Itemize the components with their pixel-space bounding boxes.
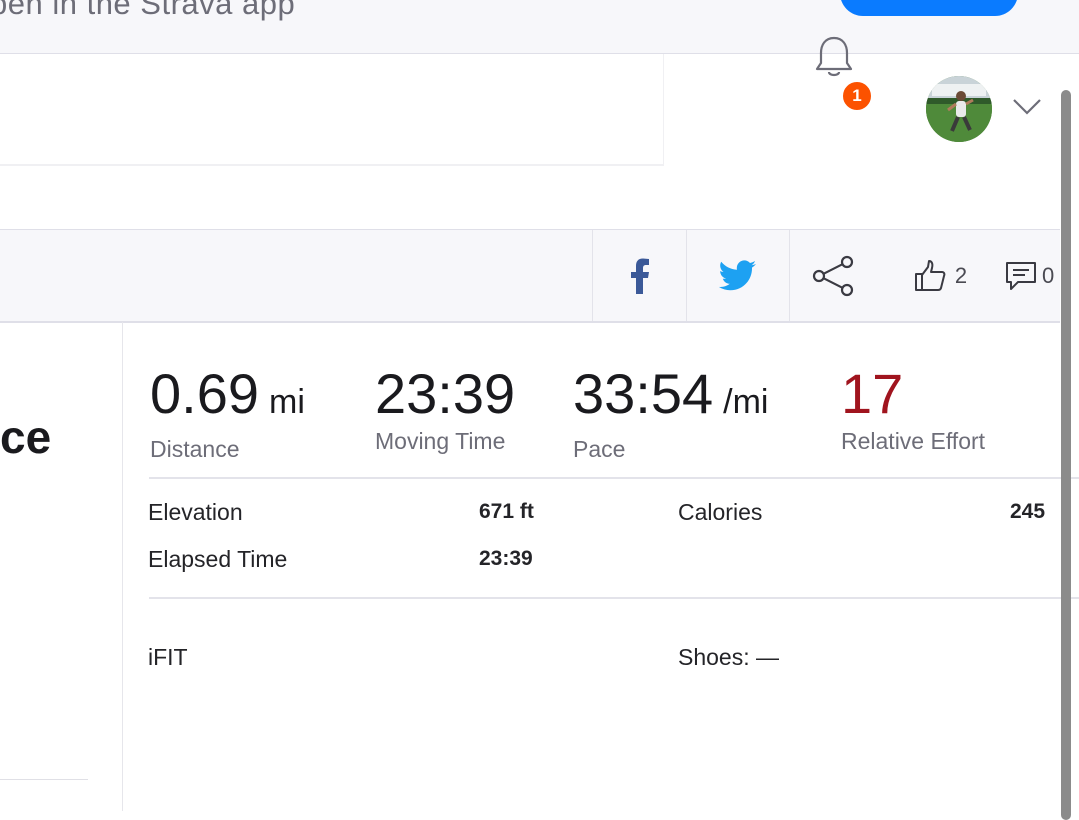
site-header xyxy=(0,54,1079,229)
comments-count: 0 xyxy=(1042,262,1055,288)
action-bar: 2 0 xyxy=(0,229,1060,323)
activity-title: ce xyxy=(0,411,52,463)
scrollbar[interactable] xyxy=(1061,90,1071,820)
kudos-count: 2 xyxy=(954,262,968,288)
header-search-area[interactable] xyxy=(0,54,664,166)
calories-label: Calories xyxy=(678,499,763,525)
stat-distance-unit: mi xyxy=(269,383,305,421)
stat-relative-effort-label: Relative Effort xyxy=(841,428,986,454)
activity-summary-column xyxy=(0,322,123,811)
device-name: iFIT xyxy=(148,644,188,670)
stat-distance-label: Distance xyxy=(150,436,240,462)
twitter-icon xyxy=(719,259,756,290)
facebook-share-button[interactable] xyxy=(592,230,686,321)
kudos-button[interactable]: 2 xyxy=(900,230,980,321)
comments-button[interactable]: 0 xyxy=(1004,230,1064,321)
stat-relative-effort-value: 17 xyxy=(841,362,904,425)
share-button[interactable] xyxy=(789,230,875,321)
stat-relative-effort[interactable]: 17 Relative Effort xyxy=(841,362,985,455)
divider xyxy=(149,597,1079,599)
open-app-button[interactable] xyxy=(840,0,1018,16)
stat-moving-time-value: 23:39 xyxy=(375,362,516,425)
open-in-app-banner: pen in the Strava app xyxy=(0,0,1079,54)
notification-badge: 1 xyxy=(841,80,873,112)
stat-moving-time-label: Moving Time xyxy=(375,428,506,454)
bell-icon[interactable] xyxy=(812,32,856,80)
divider xyxy=(0,779,88,780)
elevation-value: 671 ft xyxy=(479,500,534,523)
chevron-down-icon[interactable] xyxy=(1011,94,1043,118)
stat-distance-value: 0.69 mi xyxy=(150,362,305,425)
calories-value: 245 xyxy=(1010,500,1046,523)
facebook-icon xyxy=(630,258,649,294)
share-icon xyxy=(812,255,853,296)
thumbs-up-icon xyxy=(914,259,946,291)
stat-moving-time: 23:39 Moving Time xyxy=(375,362,515,455)
banner-text: pen in the Strava app xyxy=(0,0,296,21)
shoes-info: Shoes: — xyxy=(678,644,779,670)
comment-icon xyxy=(1006,261,1036,290)
stat-pace: 33:54/mi Pace xyxy=(573,362,768,463)
stat-pace-value: 33:54/mi xyxy=(573,362,769,425)
stat-pace-unit: /mi xyxy=(723,383,769,421)
avatar[interactable] xyxy=(926,76,992,142)
elapsed-time-value: 23:39 xyxy=(479,547,533,570)
twitter-share-button[interactable] xyxy=(686,230,789,321)
stat-pace-label: Pace xyxy=(573,436,626,462)
divider xyxy=(149,477,1079,479)
elapsed-time-label: Elapsed Time xyxy=(148,546,288,572)
elevation-label: Elevation xyxy=(148,499,243,525)
stat-distance: 0.69 mi Distance xyxy=(150,362,305,463)
